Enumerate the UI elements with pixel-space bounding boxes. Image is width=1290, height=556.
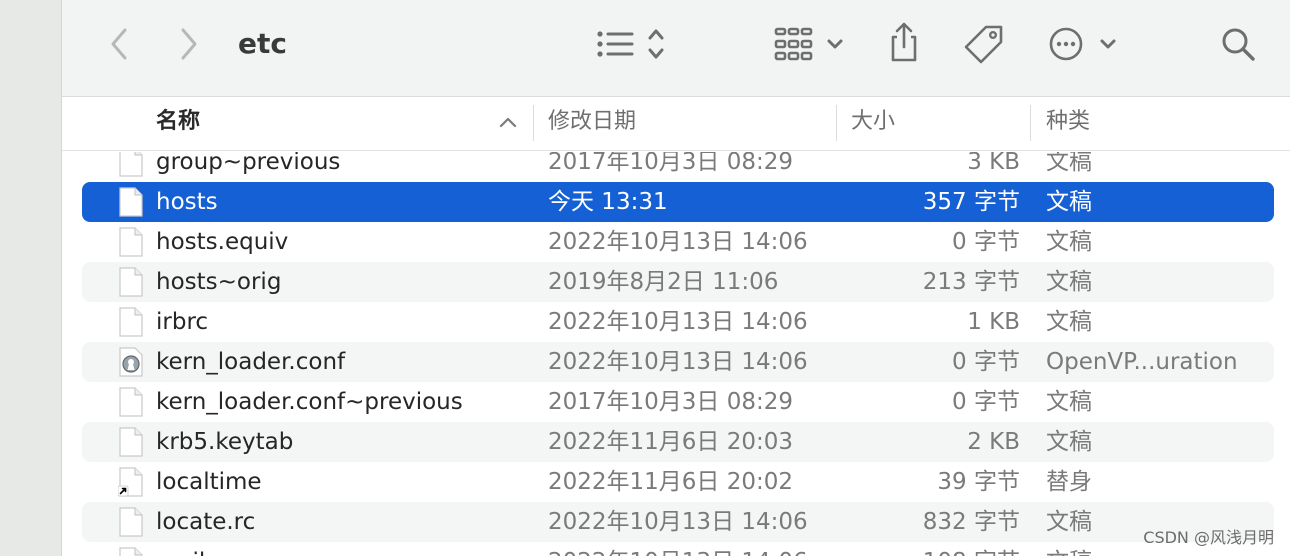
document-icon xyxy=(118,307,144,342)
file-date: 2022年10月13日 14:06 xyxy=(548,349,808,375)
document-icon xyxy=(118,427,144,462)
openvpn-config-icon xyxy=(118,347,144,382)
file-kind: 文稿 xyxy=(1046,229,1092,255)
file-row[interactable]: group~previous 2017年10月3日 08:29 3 KB 文稿 xyxy=(82,152,1274,182)
file-date: 2022年10月13日 14:06 xyxy=(548,542,808,556)
sort-ascending-icon[interactable] xyxy=(498,114,518,130)
file-size: 832 字节 xyxy=(922,509,1020,535)
sidebar-edge xyxy=(0,0,62,556)
file-size: 1 KB xyxy=(967,309,1020,335)
file-row[interactable]: mail.rc 2022年10月13日 14:06 108 字节 文稿 xyxy=(82,542,1274,556)
file-date: 2022年10月13日 14:06 xyxy=(548,309,808,335)
column-divider[interactable] xyxy=(836,105,837,141)
column-header-name[interactable]: 名称 xyxy=(156,97,200,151)
file-row[interactable]: hosts.equiv 2022年10月13日 14:06 0 字节 文稿 xyxy=(82,222,1274,262)
file-name: hosts xyxy=(156,189,218,215)
file-name: group~previous xyxy=(156,152,341,175)
column-header-kind[interactable]: 种类 xyxy=(1046,97,1090,151)
file-name: localtime xyxy=(156,469,262,495)
file-size: 357 字节 xyxy=(922,189,1020,215)
file-size: 3 KB xyxy=(967,152,1020,175)
tag-icon xyxy=(964,25,1003,64)
document-icon xyxy=(118,507,144,542)
file-row[interactable]: hosts~orig 2019年8月2日 11:06 213 字节 文稿 xyxy=(82,262,1274,302)
document-icon xyxy=(118,387,144,422)
file-size: 0 字节 xyxy=(952,349,1020,375)
chevron-right-icon xyxy=(181,28,197,60)
file-name: locate.rc xyxy=(156,509,256,535)
file-name: kern_loader.conf xyxy=(156,349,346,375)
file-date: 2022年10月13日 14:06 xyxy=(548,229,808,255)
file-kind: 文稿 xyxy=(1046,269,1092,295)
file-kind: 文稿 xyxy=(1046,389,1092,415)
file-row-selected[interactable]: hosts 今天 13:31 357 字节 文稿 xyxy=(82,182,1274,222)
file-kind: 文稿 xyxy=(1046,542,1092,556)
file-kind: 文稿 xyxy=(1046,152,1092,175)
column-header-size[interactable]: 大小 xyxy=(851,97,895,151)
chevron-left-icon xyxy=(111,28,127,60)
file-size: 0 字节 xyxy=(952,389,1020,415)
column-header-date[interactable]: 修改日期 xyxy=(548,97,636,151)
file-date: 今天 13:31 xyxy=(548,189,668,215)
file-row[interactable]: krb5.keytab 2022年11月6日 20:03 2 KB 文稿 xyxy=(82,422,1274,462)
document-icon xyxy=(118,152,144,182)
file-row[interactable]: kern_loader.conf 2022年10月13日 14:06 0 字节 … xyxy=(82,342,1274,382)
file-row[interactable]: irbrc 2022年10月13日 14:06 1 KB 文稿 xyxy=(82,302,1274,342)
list-view-icon xyxy=(597,29,664,59)
file-date: 2022年11月6日 20:02 xyxy=(548,469,794,495)
file-date: 2017年10月3日 08:29 xyxy=(548,389,794,415)
forward-button[interactable] xyxy=(172,24,206,64)
file-name: hosts~orig xyxy=(156,269,282,295)
document-icon xyxy=(118,547,144,556)
file-size: 108 字节 xyxy=(923,542,1020,556)
file-name: irbrc xyxy=(156,309,209,335)
document-icon xyxy=(118,267,144,302)
file-date: 2019年8月2日 11:06 xyxy=(548,269,779,295)
file-kind: 文稿 xyxy=(1046,509,1092,535)
watermark-text: CSDN @风浅月明 xyxy=(1143,528,1274,547)
more-actions-button[interactable] xyxy=(1048,24,1120,64)
grid-group-icon xyxy=(774,27,843,61)
file-kind: OpenVP...uration xyxy=(1046,349,1238,375)
view-options-button[interactable] xyxy=(594,24,670,64)
tag-button[interactable] xyxy=(962,22,1006,66)
group-button[interactable] xyxy=(772,24,848,64)
file-name: kern_loader.conf~previous xyxy=(156,389,463,415)
file-row[interactable]: localtime 2022年11月6日 20:02 39 字节 替身 xyxy=(82,462,1274,502)
file-name: hosts.equiv xyxy=(156,229,289,255)
window-title: etc xyxy=(238,27,287,60)
column-header-bar: 名称 修改日期 大小 种类 xyxy=(62,97,1290,151)
file-name: mail.rc xyxy=(156,542,234,556)
file-name: krb5.keytab xyxy=(156,429,294,455)
file-date: 2022年11月6日 20:03 xyxy=(548,429,794,455)
file-date: 2017年10月3日 08:29 xyxy=(548,152,794,175)
file-kind: 文稿 xyxy=(1046,429,1092,455)
file-kind: 文稿 xyxy=(1046,309,1092,335)
file-date: 2022年10月13日 14:06 xyxy=(548,509,808,535)
column-divider[interactable] xyxy=(1030,105,1031,141)
file-kind: 文稿 xyxy=(1046,189,1092,215)
file-row[interactable]: locate.rc 2022年10月13日 14:06 832 字节 文稿 xyxy=(82,502,1274,542)
file-list: group~previous 2017年10月3日 08:29 3 KB 文稿 … xyxy=(62,152,1290,556)
ellipsis-circle-icon xyxy=(1049,27,1116,61)
file-row[interactable]: kern_loader.conf~previous 2017年10月3日 08:… xyxy=(82,382,1274,422)
document-icon xyxy=(118,187,144,222)
share-button[interactable] xyxy=(884,20,924,64)
file-kind: 替身 xyxy=(1046,469,1092,495)
toolbar: etc xyxy=(62,0,1290,97)
file-size: 2 KB xyxy=(967,429,1020,455)
alias-icon xyxy=(117,467,144,502)
document-icon xyxy=(118,227,144,262)
column-divider[interactable] xyxy=(533,105,534,141)
share-icon xyxy=(891,22,917,62)
search-button[interactable] xyxy=(1218,24,1258,64)
file-size: 0 字节 xyxy=(952,229,1020,255)
file-size: 213 字节 xyxy=(922,269,1020,295)
search-icon xyxy=(1222,28,1255,61)
back-button[interactable] xyxy=(102,24,136,64)
file-size: 39 字节 xyxy=(937,469,1020,495)
